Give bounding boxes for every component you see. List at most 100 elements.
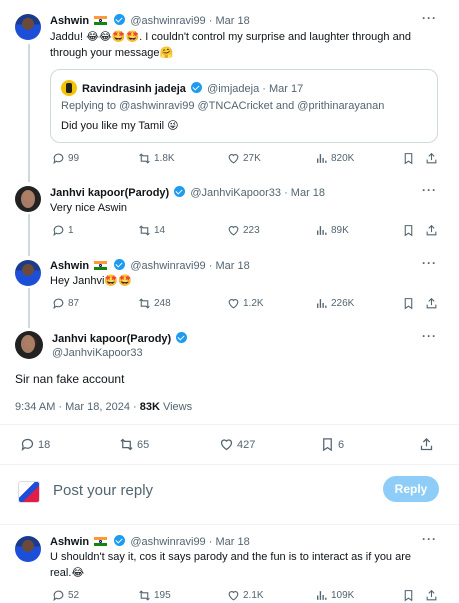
bookmark-icon [323, 438, 332, 452]
repost-button[interactable]: 248 [138, 297, 171, 310]
views-button[interactable]: 226K [315, 297, 354, 310]
like-button[interactable]: 1.2K [227, 297, 264, 310]
more-icon[interactable]: ··· [422, 329, 437, 343]
views-icon [317, 299, 327, 308]
like-button[interactable]: 223 [227, 224, 260, 237]
like-icon [228, 591, 239, 601]
share-button[interactable] [425, 589, 438, 602]
repost-icon [120, 438, 133, 451]
repost-button[interactable]: 65 [119, 437, 149, 452]
like-icon [228, 299, 239, 309]
views-icon [317, 226, 327, 235]
share-icon [426, 297, 437, 309]
author-handle[interactable]: @ashwinravi99 [130, 260, 205, 272]
verified-icon [176, 332, 188, 343]
divider [0, 524, 459, 525]
reply-button[interactable]: 52 [52, 589, 79, 602]
reply-icon [53, 153, 64, 165]
repost-icon [139, 590, 150, 601]
main-post: Janhvi kapoor(Parody) @JanhviKapoor33 ··… [0, 326, 459, 526]
more-icon[interactable]: ··· [422, 532, 437, 546]
avatar[interactable] [15, 260, 41, 286]
views-button[interactable]: 820K [315, 152, 354, 165]
more-icon[interactable]: ··· [422, 11, 437, 25]
avatar[interactable] [15, 186, 41, 212]
reply-button[interactable]: 1 [52, 224, 74, 237]
reply-composer-input[interactable]: Post your reply [53, 482, 153, 499]
avatar[interactable] [15, 14, 41, 40]
bookmark-icon [404, 298, 413, 310]
repost-icon [139, 298, 150, 309]
views-button[interactable]: 89K [315, 224, 349, 237]
divider [0, 464, 459, 465]
reply-button[interactable]: 99 [52, 152, 79, 165]
post-date[interactable]: · Mar 18 [209, 260, 250, 272]
verified-icon [174, 186, 186, 197]
author-name[interactable]: Ashwin [50, 536, 89, 548]
author-name[interactable]: Ashwin [50, 15, 89, 27]
author-handle[interactable]: @ashwinravi99 [130, 15, 205, 27]
verified-icon [114, 14, 126, 25]
like-icon [220, 439, 233, 451]
post-actions: 87 248 1.2K 226K [52, 297, 439, 313]
bookmark-icon [404, 225, 413, 237]
views-icon [317, 154, 327, 163]
post-date[interactable]: · Mar 18 [209, 536, 250, 548]
post-janhvi-1[interactable]: Janhvi kapoor(Parody) @JanhviKapoor33 · … [0, 180, 459, 254]
share-button[interactable] [425, 297, 438, 310]
reply-icon [21, 438, 34, 451]
india-flag-icon [94, 537, 108, 546]
quote-text: Did you like my Tamil 😜 [61, 120, 179, 132]
repost-button[interactable]: 195 [138, 589, 171, 602]
more-icon[interactable]: ··· [422, 183, 437, 197]
author-name[interactable]: Janhvi kapoor(Parody) [50, 187, 169, 199]
more-icon[interactable]: ··· [422, 256, 437, 270]
avatar[interactable] [15, 536, 41, 562]
post-text: Hey Janhvi🤩🤩 [50, 275, 132, 287]
bookmark-button[interactable] [402, 224, 415, 237]
share-icon [426, 152, 437, 164]
post-date[interactable]: · Mar 18 [209, 15, 250, 27]
post-ashwin-1[interactable]: Ashwin @ashwinravi99 · Mar 18 ··· Jaddu!… [0, 0, 459, 180]
post-date[interactable]: · Mar 18 [284, 187, 325, 199]
bookmark-button[interactable] [402, 297, 415, 310]
bookmark-button[interactable] [402, 589, 415, 602]
divider [0, 424, 459, 425]
quoted-post[interactable]: Ravindrasinh jadeja @imjadeja · Mar 17 R… [50, 69, 438, 143]
author-handle[interactable]: @JanhviKapoor33 [190, 187, 281, 199]
repost-button[interactable]: 14 [138, 224, 165, 237]
avatar [61, 80, 77, 96]
quote-author-name: Ravindrasinh jadeja [82, 83, 186, 95]
author-name[interactable]: Ashwin [50, 260, 89, 272]
author-handle[interactable]: @ashwinravi99 [130, 536, 205, 548]
author-name[interactable]: Janhvi kapoor(Parody) [52, 333, 171, 345]
views-icon [317, 591, 327, 600]
india-flag-icon [94, 261, 108, 270]
reply-icon [53, 590, 64, 602]
like-button[interactable]: 27K [227, 152, 261, 165]
author-handle[interactable]: @JanhviKapoor33 [52, 347, 143, 359]
share-icon [426, 589, 437, 601]
share-button[interactable] [425, 224, 438, 237]
bookmark-button[interactable]: 6 [320, 437, 344, 452]
bookmark-button[interactable] [402, 152, 415, 165]
share-button[interactable] [419, 437, 434, 452]
quote-author-handle: @imjadeja [207, 83, 260, 95]
reply-submit-button[interactable]: Reply [383, 476, 439, 502]
repost-button[interactable]: 1.8K [138, 152, 175, 165]
repost-icon [139, 225, 150, 236]
post-text: Jaddu! 😂😂🤩🤩. I couldn't control my surpr… [50, 31, 411, 59]
like-button[interactable]: 427 [219, 437, 255, 452]
share-button[interactable] [425, 152, 438, 165]
views-button[interactable]: 109K [315, 589, 354, 602]
post-ashwin-2[interactable]: Ashwin @ashwinravi99 · Mar 18 ··· Hey Ja… [0, 254, 459, 326]
reply-button[interactable]: 18 [20, 437, 50, 452]
verified-icon [191, 82, 202, 93]
like-button[interactable]: 2.1K [227, 589, 264, 602]
post-ashwin-reply[interactable]: Ashwin @ashwinravi99 · Mar 18 ··· U shou… [0, 528, 459, 603]
avatar[interactable] [15, 331, 43, 359]
post-text: U shouldn't say it, cos it says parody a… [50, 551, 412, 579]
post-timestamp[interactable]: 9:34 AM · Mar 18, 2024 · 83K Views [15, 401, 192, 413]
share-icon [426, 224, 437, 236]
reply-button[interactable]: 87 [52, 297, 79, 310]
